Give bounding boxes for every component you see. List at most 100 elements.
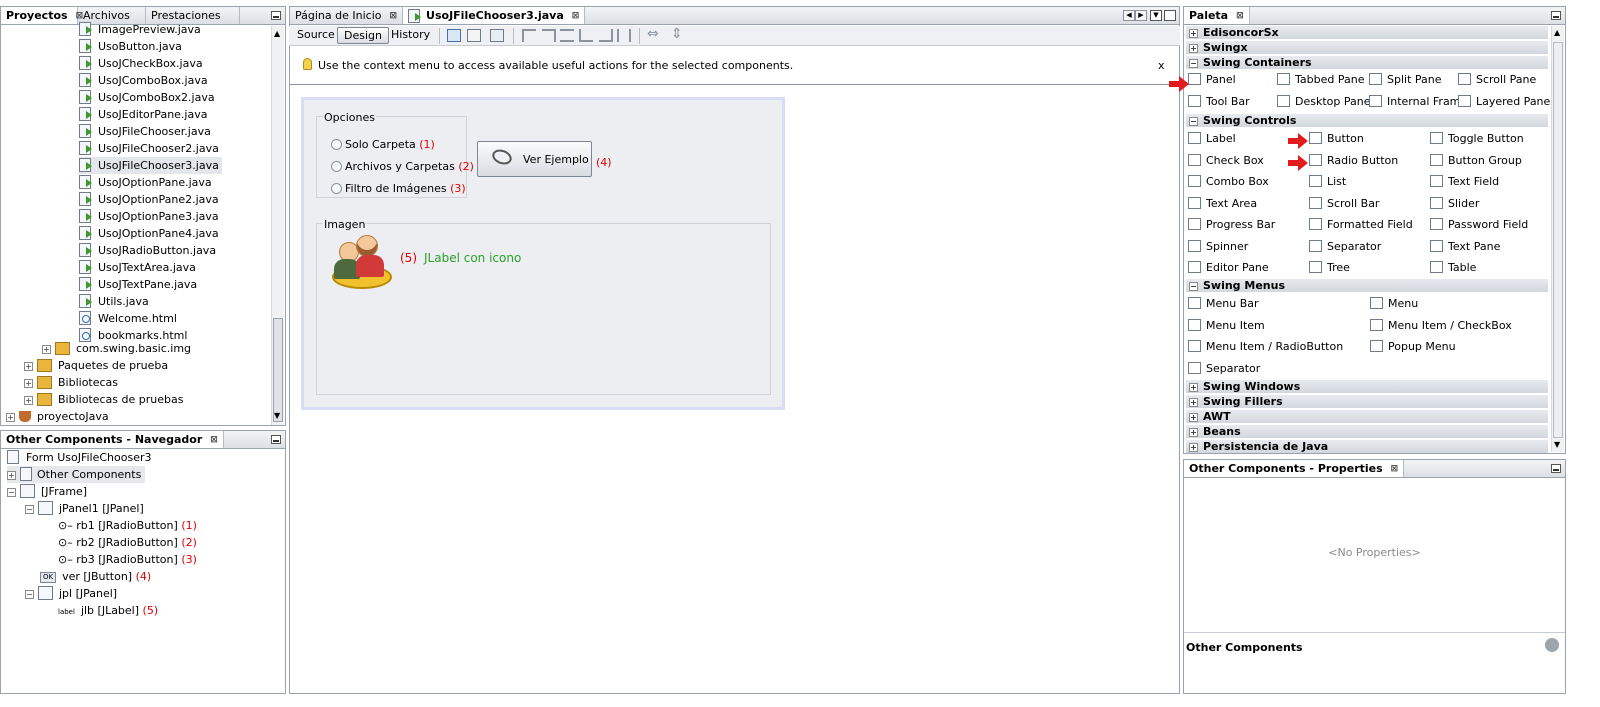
palette-item-popup-menu[interactable]: Popup Menu: [1370, 338, 1456, 355]
palette-item-check-box[interactable]: Check Box: [1188, 152, 1264, 169]
align-top-icon[interactable]: [579, 29, 593, 42]
file-usojeditorpane-java[interactable]: UsoJEditorPane.java: [79, 106, 207, 123]
palette-category-edisoncorsx[interactable]: + EdisoncorSx: [1186, 26, 1548, 39]
tab-properties[interactable]: Other Components - Properties ⊠: [1184, 460, 1405, 478]
tree-node-paquetes-prueba[interactable]: + Paquetes de prueba: [24, 357, 168, 374]
minimize-icon[interactable]: [271, 11, 281, 20]
resize-horizontal-icon[interactable]: ⇔: [647, 26, 659, 42]
tab-navigator[interactable]: Other Components - Navegador ⊠: [1, 431, 224, 448]
palette-item-menu-item[interactable]: Menu Item: [1188, 317, 1265, 334]
palette-item-menu-item-radiobutton[interactable]: Menu Item / RadioButton: [1188, 338, 1343, 355]
palette-item-editor-pane[interactable]: Editor Pane: [1188, 259, 1269, 276]
collapse-icon[interactable]: −: [1189, 117, 1198, 126]
file-usojradiobutton-java[interactable]: UsoJRadioButton.java: [79, 242, 216, 259]
collapse-icon[interactable]: −: [25, 590, 34, 599]
file-utils-java[interactable]: Utils.java: [79, 293, 149, 310]
expand-icon[interactable]: +: [1189, 29, 1198, 38]
palette-item-password-field[interactable]: Password Field: [1430, 216, 1528, 233]
design-button[interactable]: Design: [337, 27, 389, 44]
help-icon[interactable]: [1545, 638, 1559, 652]
tree-node-project[interactable]: + proyectoJava: [6, 408, 109, 425]
tree-node-bibliotecas[interactable]: + Bibliotecas: [24, 374, 118, 391]
collapse-icon[interactable]: −: [1189, 282, 1198, 291]
scroll-up-icon[interactable]: ▲: [274, 29, 280, 38]
radio-filtro-imagenes[interactable]: Filtro de Imágenes (3): [331, 182, 466, 195]
palette-category-beans[interactable]: + Beans: [1186, 425, 1548, 438]
palette-item-split-pane[interactable]: Split Pane: [1369, 71, 1442, 88]
palette-category-swingx[interactable]: + Swingx: [1186, 41, 1548, 54]
nav-jpanel1[interactable]: − jPanel1 [JPanel]: [25, 500, 144, 517]
palette-item-scroll-pane[interactable]: Scroll Pane: [1458, 71, 1536, 88]
nav-jlb[interactable]: label jlb [JLabel] (5): [58, 602, 158, 619]
palette-item-slider[interactable]: Slider: [1430, 195, 1479, 212]
align-right-icon[interactable]: [542, 29, 556, 42]
palette-item-label[interactable]: Label: [1188, 130, 1236, 147]
resize-vertical-icon[interactable]: ⇕: [671, 26, 683, 42]
nav-form-root[interactable]: Form UsoJFileChooser3: [7, 449, 152, 466]
radio-archivos-carpetas[interactable]: Archivos y Carpetas (2): [331, 160, 474, 173]
palette-category-swing-windows[interactable]: + Swing Windows: [1186, 380, 1548, 393]
tab-scroll-right-icon[interactable]: ▶: [1135, 10, 1147, 21]
nav-ver-button[interactable]: OK ver [JButton] (4): [40, 568, 151, 585]
file-usojfilechooser3-java[interactable]: UsoJFileChooser3.java: [79, 157, 222, 174]
file-usojtextpane-java[interactable]: UsoJTextPane.java: [79, 276, 197, 293]
nav-jframe[interactable]: − [JFrame]: [7, 483, 87, 500]
palette-item-combo-box[interactable]: Combo Box: [1188, 173, 1269, 190]
file-usojcombobox-java[interactable]: UsoJComboBox.java: [79, 72, 208, 89]
expand-icon[interactable]: +: [1189, 44, 1198, 53]
expand-icon[interactable]: +: [24, 396, 33, 405]
expand-icon[interactable]: +: [7, 471, 16, 480]
file-usojfilechooser2-java[interactable]: UsoJFileChooser2.java: [79, 140, 219, 157]
nav-rb1[interactable]: ⊙– rb1 [JRadioButton] (1): [58, 517, 197, 534]
projects-scrollbar[interactable]: ▲ ▼: [271, 26, 284, 425]
palette-category-swing-controls[interactable]: − Swing Controls: [1186, 114, 1548, 127]
expand-icon[interactable]: +: [1189, 398, 1198, 407]
selection-mode-icon[interactable]: [447, 29, 461, 42]
palette-item-internal-frame[interactable]: Internal Frame: [1369, 93, 1467, 110]
scroll-up-icon[interactable]: ▲: [1554, 28, 1560, 37]
palette-category-swing-fillers[interactable]: + Swing Fillers: [1186, 395, 1548, 408]
palette-category-swing-containers[interactable]: − Swing Containers: [1186, 56, 1548, 69]
ver-ejemplo-button[interactable]: Ver Ejemplo: [477, 141, 592, 177]
minimize-icon[interactable]: [271, 435, 281, 444]
expand-icon[interactable]: +: [1189, 413, 1198, 422]
nav-rb2[interactable]: ⊙– rb2 [JRadioButton] (2): [58, 534, 197, 551]
palette-item-progress-bar[interactable]: Progress Bar: [1188, 216, 1275, 233]
palette-item-text-area[interactable]: Text Area: [1188, 195, 1257, 212]
hint-close-button[interactable]: x: [1158, 59, 1165, 72]
palette-item-table[interactable]: Table: [1430, 259, 1476, 276]
collapse-icon[interactable]: −: [1189, 59, 1198, 68]
nav-rb3[interactable]: ⊙– rb3 [JRadioButton] (3): [58, 551, 197, 568]
expand-icon[interactable]: +: [1189, 443, 1198, 452]
align-left-icon[interactable]: [522, 29, 536, 42]
expand-icon[interactable]: +: [6, 413, 15, 422]
close-icon[interactable]: ⊠: [1236, 7, 1244, 25]
file-usojcheckbox-java[interactable]: UsoJCheckBox.java: [79, 55, 203, 72]
palette-scrollbar[interactable]: ▲ ▼: [1551, 26, 1564, 452]
tab-scroll-left-icon[interactable]: ◀: [1123, 10, 1135, 21]
close-icon[interactable]: ⊠: [1391, 460, 1399, 478]
tab-list-icon[interactable]: ▼: [1150, 10, 1162, 21]
close-icon[interactable]: ⊠: [389, 7, 397, 25]
palette-item-tabbed-pane[interactable]: Tabbed Pane: [1277, 71, 1364, 88]
expand-icon[interactable]: +: [24, 379, 33, 388]
file-usobutton-java[interactable]: UsoButton.java: [79, 38, 182, 55]
tab-pagina-inicio[interactable]: Página de Inicio ⊠: [290, 7, 404, 25]
palette-item-separator[interactable]: Separator: [1309, 238, 1381, 255]
palette-item-tool-bar[interactable]: Tool Bar: [1188, 93, 1250, 110]
palette-category-persistencia[interactable]: + Persistencia de Java: [1186, 440, 1548, 453]
file-usojcombobox2-java[interactable]: UsoJComboBox2.java: [79, 89, 215, 106]
file-usojtextarea-java[interactable]: UsoJTextArea.java: [79, 259, 196, 276]
file-usojoptionpane4-java[interactable]: UsoJOptionPane4.java: [79, 225, 219, 242]
file-welcome-html[interactable]: Welcome.html: [79, 310, 177, 327]
palette-item-toggle-button[interactable]: Toggle Button: [1430, 130, 1524, 147]
file-usojoptionpane2-java[interactable]: UsoJOptionPane2.java: [79, 191, 219, 208]
minimize-icon[interactable]: [1551, 464, 1561, 473]
palette-item-spinner[interactable]: Spinner: [1188, 238, 1248, 255]
palette-item-tree[interactable]: Tree: [1309, 259, 1350, 276]
collapse-icon[interactable]: −: [25, 505, 34, 514]
palette-item-list[interactable]: List: [1309, 173, 1346, 190]
scroll-thumb[interactable]: [1553, 42, 1563, 438]
palette-category-swing-menus[interactable]: − Swing Menus: [1186, 279, 1548, 292]
palette-category-awt[interactable]: + AWT: [1186, 410, 1548, 423]
